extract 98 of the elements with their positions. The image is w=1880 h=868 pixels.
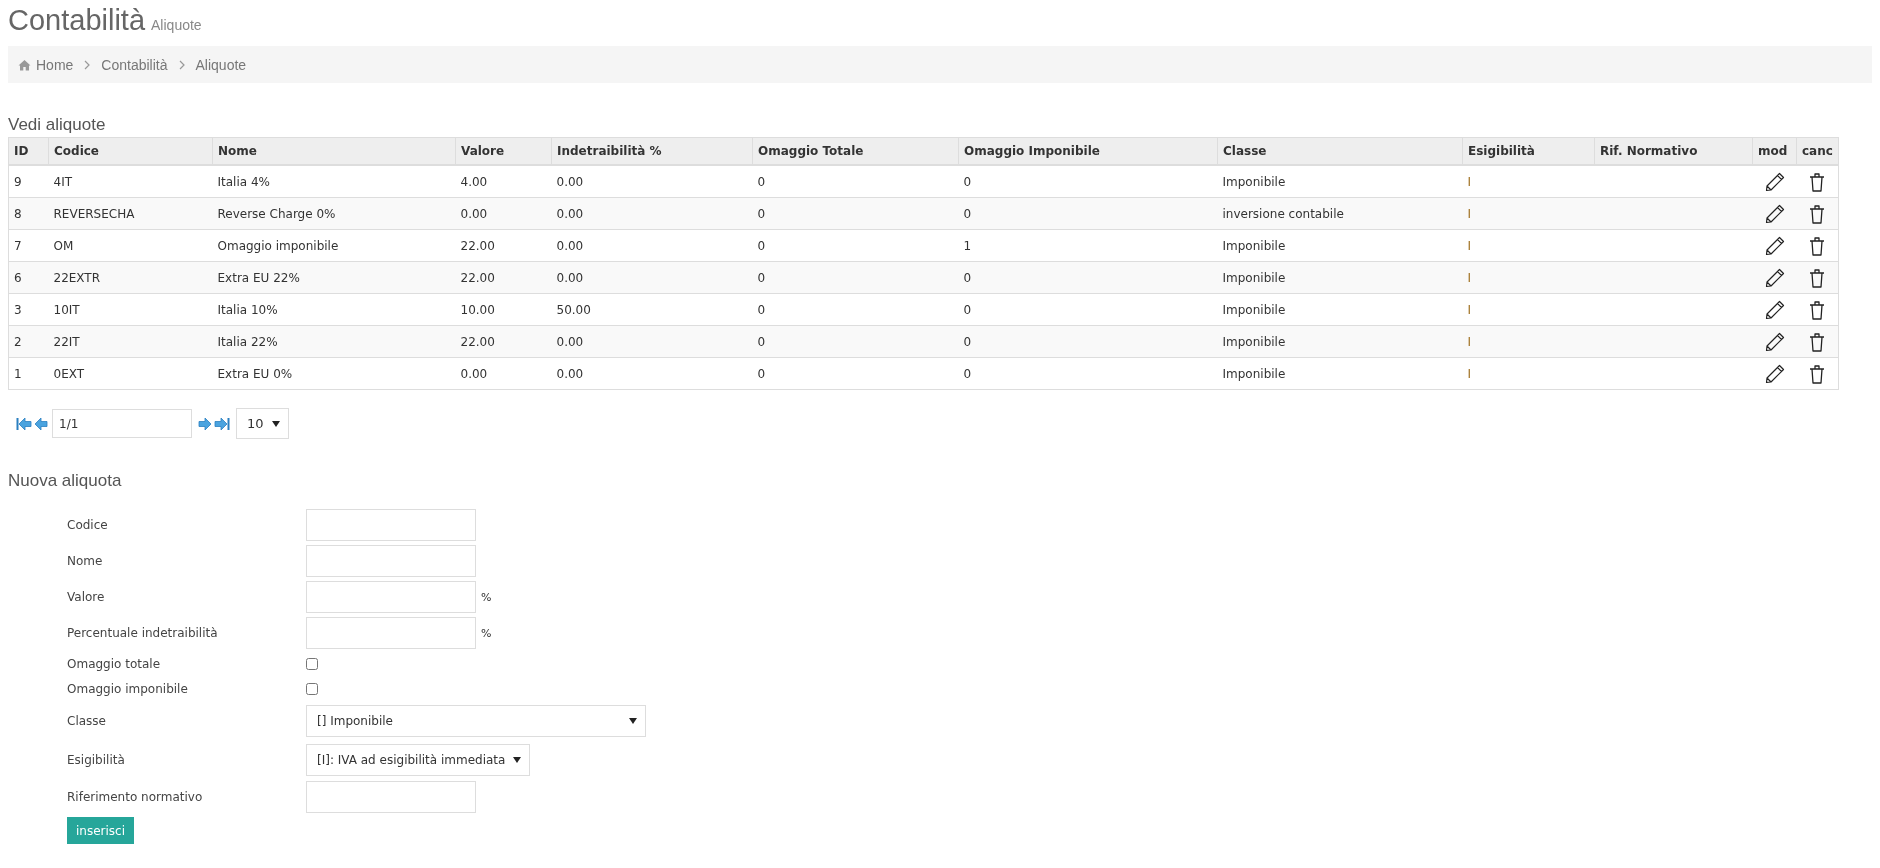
table-cell: 50.00 — [556, 302, 591, 317]
table-cell: 9 — [14, 174, 22, 189]
table-cell: 22.00 — [460, 334, 495, 349]
table-cell: Imponibile — [1222, 238, 1286, 253]
table-cell: 22.00 — [460, 270, 495, 285]
table-cell: 0 — [757, 334, 766, 349]
table-cell: 0 — [963, 334, 972, 349]
table-link[interactable]: I — [1467, 302, 1472, 317]
table-cell: 0.00 — [556, 238, 584, 253]
field-label: Esigibilità — [67, 752, 126, 767]
table-cell: 0 — [963, 206, 972, 221]
table-cell: 0 — [963, 366, 972, 381]
table-cell: Imponibile — [1222, 302, 1286, 317]
section-title: Nuova aliquota — [8, 471, 123, 492]
table-cell: 8 — [14, 206, 22, 221]
breadcrumb-current: Aliquote — [195, 56, 247, 73]
table-cell: OM — [53, 238, 74, 253]
field-label: Codice — [67, 518, 109, 532]
page-title: Contabilità — [8, 4, 146, 37]
column-header: Esigibilità — [1462, 137, 1595, 165]
field-label: Omaggio imponibile — [67, 681, 189, 696]
table-cell: 22IT — [53, 334, 80, 349]
table-cell: Imponibile — [1222, 334, 1286, 349]
table-cell: 3 — [14, 302, 22, 317]
field-label: Nome — [67, 554, 104, 568]
table-cell: 0 — [757, 238, 766, 253]
table-link[interactable]: I — [1467, 334, 1472, 349]
page-field[interactable]: 1/1 — [52, 409, 192, 438]
field-label: Valore — [67, 590, 106, 604]
table-cell: Imponibile — [1222, 174, 1286, 189]
table-cell: 4.00 — [460, 174, 488, 189]
table-cell: Omaggio imponibile — [217, 238, 339, 253]
table-cell: 0 — [757, 366, 766, 381]
column-header: Rif. Normativo — [1594, 137, 1753, 165]
table-cell: 0.00 — [556, 334, 584, 349]
unit-label: % — [481, 626, 492, 640]
column-header: Indetraibilità % — [551, 137, 753, 165]
column-header: Omaggio Totale — [752, 137, 959, 165]
table-cell: Imponibile — [1222, 270, 1286, 285]
table-cell: 0 — [963, 270, 972, 285]
table-cell: Reverse Charge 0% — [217, 206, 336, 221]
table-cell: 22EXTR — [53, 270, 101, 285]
table-link[interactable]: I — [1467, 238, 1472, 253]
breadcrumb-link[interactable]: Contabilità — [101, 56, 168, 73]
table-cell: inversione contabile — [1222, 206, 1344, 221]
select-field[interactable]: [I]: IVA ad esigibilità immediata — [306, 743, 531, 776]
table-cell: 0.00 — [556, 270, 584, 285]
section-title: Vedi aliquote — [8, 115, 107, 136]
table-link[interactable]: I — [1467, 270, 1472, 285]
table-cell: 0.00 — [460, 206, 488, 221]
column-header: Valore — [455, 137, 552, 165]
column-header: Codice — [48, 137, 213, 165]
table-cell: 0.00 — [556, 174, 584, 189]
column-header: Nome — [212, 137, 456, 165]
table-cell: 10IT — [53, 302, 80, 317]
table-link[interactable]: I — [1467, 366, 1472, 381]
table-cell: 6 — [14, 270, 22, 285]
table-cell: 10.00 — [460, 302, 495, 317]
table-cell: 2 — [14, 334, 22, 349]
table-cell: 4IT — [53, 174, 72, 189]
table-cell: Italia 4% — [217, 174, 270, 189]
table-cell: Italia 10% — [217, 302, 278, 317]
table-cell: 1 — [963, 238, 972, 253]
table-cell: 0EXT — [53, 366, 85, 381]
column-header: mod — [1752, 137, 1797, 165]
column-header: ID — [8, 137, 49, 165]
table-cell: 0 — [757, 206, 766, 221]
table-cell: Italia 22% — [217, 334, 278, 349]
page-subtitle: Aliquote — [151, 17, 202, 33]
page-size-select[interactable]: 10 — [236, 408, 289, 439]
column-header: Classe — [1217, 137, 1463, 165]
table-cell: 22.00 — [460, 238, 495, 253]
field-label: Percentuale indetraibilità — [67, 626, 219, 640]
table-cell: 0 — [757, 302, 766, 317]
table-cell: Imponibile — [1222, 366, 1286, 381]
field-label: Omaggio totale — [67, 656, 162, 671]
table-cell: Extra EU 22% — [217, 270, 300, 285]
table-cell: 0.00 — [556, 206, 584, 221]
field-label: Classe — [67, 713, 107, 728]
submit-button[interactable]: inserisci — [67, 817, 135, 844]
unit-label: % — [481, 590, 492, 604]
table-link[interactable]: I — [1467, 206, 1472, 221]
table-cell: 7 — [14, 238, 22, 253]
breadcrumb-link[interactable]: Home — [36, 56, 74, 73]
column-header: canc — [1796, 137, 1839, 165]
select-field[interactable]: [] Imponibile — [306, 704, 646, 737]
table-cell: 0 — [757, 174, 766, 189]
table-cell: 1 — [14, 366, 22, 381]
table-cell: Extra EU 0% — [217, 366, 293, 381]
table-cell: 0 — [963, 302, 972, 317]
table-cell: 0 — [757, 270, 766, 285]
table-cell: REVERSECHA — [53, 206, 135, 221]
column-header: Omaggio Imponibile — [958, 137, 1218, 165]
table-cell: 0.00 — [556, 366, 584, 381]
table-cell: 0.00 — [460, 366, 488, 381]
table-cell: 0 — [963, 174, 972, 189]
table-link[interactable]: I — [1467, 174, 1472, 189]
field-label: Riferimento normativo — [67, 790, 204, 804]
